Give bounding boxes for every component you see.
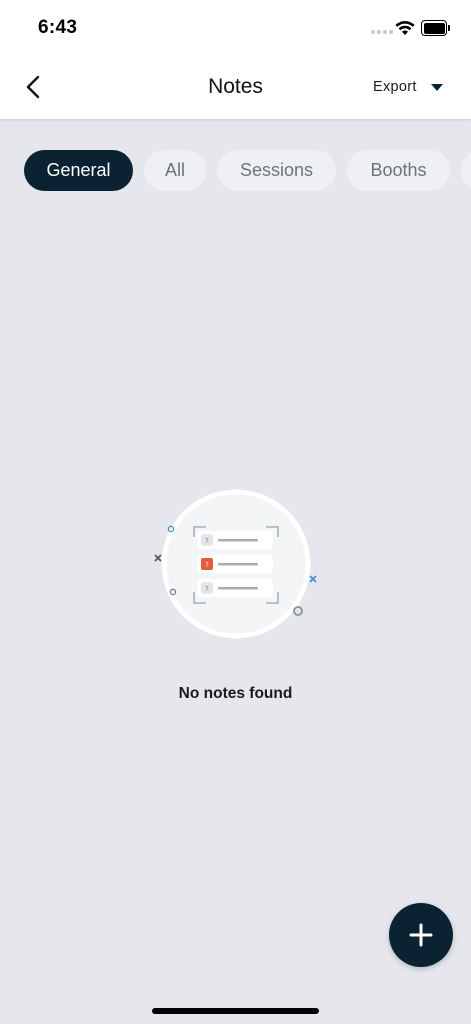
export-dropdown[interactable]: Export — [373, 79, 443, 95]
battery-icon — [421, 20, 451, 36]
empty-notes-illustration: ? ? ? — [154, 489, 317, 639]
tab-sessions[interactable]: Sessions — [217, 150, 336, 191]
status-time: 6:43 — [38, 17, 78, 38]
wifi-icon — [395, 21, 415, 35]
tab-all[interactable]: All — [144, 150, 206, 191]
plus-icon — [409, 923, 433, 947]
export-label: Export — [373, 79, 417, 95]
tab-general[interactable]: General — [24, 150, 133, 191]
svg-text:?: ? — [205, 537, 209, 545]
tab-booths[interactable]: Booths — [347, 150, 450, 191]
signal-icon — [371, 30, 393, 34]
caret-down-icon — [430, 84, 443, 91]
tab-more[interactable] — [461, 150, 471, 191]
notes-screen: 6:43 Notes Export General All Sessions B… — [0, 0, 471, 1024]
category-tabs: General All Sessions Booths — [24, 150, 450, 192]
app-header: 6:43 Notes Export — [0, 0, 471, 119]
home-indicator — [152, 1008, 319, 1014]
empty-state-message: No notes found — [178, 685, 293, 702]
add-note-button[interactable] — [389, 903, 453, 967]
svg-text:?: ? — [205, 561, 209, 569]
svg-text:?: ? — [205, 585, 209, 593]
